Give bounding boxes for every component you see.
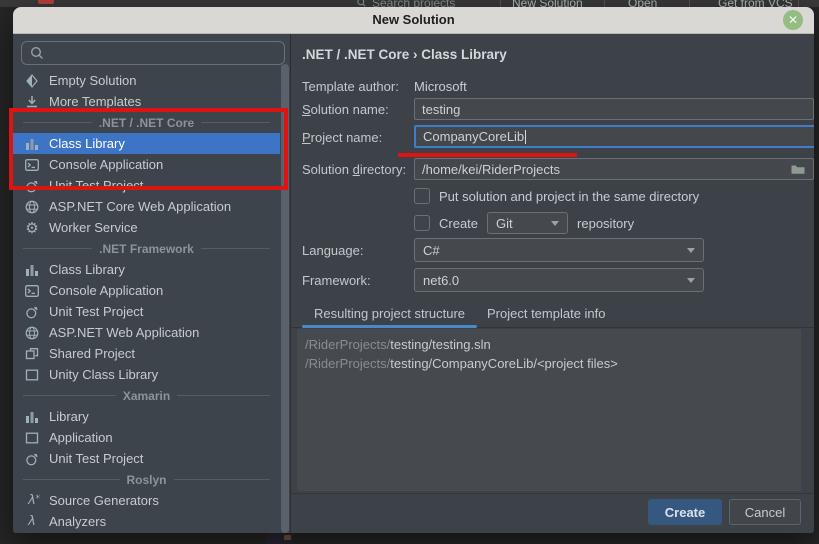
background-window-fragment bbox=[266, 533, 294, 544]
flask-icon bbox=[24, 304, 40, 320]
shared-project-icon bbox=[24, 346, 40, 362]
lambda-sparkle-icon bbox=[24, 493, 40, 509]
sidebar-item-unit-test-project-core[interactable]: Unit Test Project bbox=[13, 175, 280, 196]
same-directory-checkbox[interactable] bbox=[414, 188, 430, 204]
sidebar-item-console-application-framework[interactable]: Console Application bbox=[13, 280, 280, 301]
background-logo-fragment bbox=[38, 0, 54, 4]
result-line: /RiderProjects/testing/testing.sln bbox=[305, 335, 793, 354]
sidebar-item-unity-class-library[interactable]: Unity Class Library bbox=[13, 364, 280, 385]
chevron-down-icon bbox=[687, 248, 695, 253]
tab-project-template-info[interactable]: Project template info bbox=[483, 304, 610, 326]
square-icon bbox=[24, 367, 40, 383]
framework-label: Framework: bbox=[302, 273, 371, 288]
solution-directory-label: Solution directory: bbox=[302, 162, 406, 177]
sidebar-item-aspnet-web-application[interactable]: ASP.NET Web Application bbox=[13, 322, 280, 343]
terminal-icon bbox=[24, 157, 40, 173]
sidebar-item-analyzers[interactable]: Analyzers bbox=[13, 511, 280, 532]
sidebar-item-shared-project[interactable]: Shared Project bbox=[13, 343, 280, 364]
flask-icon bbox=[24, 451, 40, 467]
chevron-down-icon bbox=[687, 278, 695, 283]
template-search-input[interactable] bbox=[21, 41, 285, 65]
breadcrumb: .NET / .NET Core › Class Library bbox=[302, 47, 507, 62]
new-solution-dialog: New Solution ✕ Empty Solution More Templ… bbox=[13, 7, 814, 533]
template-author-label: Template author: bbox=[302, 79, 399, 94]
prism-icon bbox=[24, 73, 40, 89]
globe-icon bbox=[24, 325, 40, 341]
cancel-button[interactable]: Cancel bbox=[729, 499, 801, 525]
sidebar-item-xamarin-unit-test-project[interactable]: Unit Test Project bbox=[13, 448, 280, 469]
text-caret bbox=[525, 130, 526, 144]
dialog-title: New Solution bbox=[13, 12, 814, 27]
bars-icon bbox=[24, 262, 40, 278]
solution-directory-input[interactable]: /home/kei/RiderProjects bbox=[414, 158, 814, 180]
section-header-other: Other bbox=[13, 532, 280, 533]
tab-resulting-project-structure[interactable]: Resulting project structure bbox=[310, 304, 469, 326]
sidebar-item-xamarin-application[interactable]: Application bbox=[13, 427, 280, 448]
gear-icon bbox=[24, 220, 40, 236]
project-name-input[interactable]: CompanyCoreLib bbox=[414, 125, 814, 148]
framework-dropdown[interactable]: net6.0 bbox=[414, 268, 704, 292]
template-list: Empty Solution More Templates .NET / .NE… bbox=[13, 70, 280, 533]
search-icon bbox=[356, 0, 367, 7]
solution-name-label: Solution name: bbox=[302, 102, 389, 117]
search-projects-field[interactable]: Search projects bbox=[372, 0, 455, 7]
new-solution-button[interactable]: New Solution bbox=[512, 0, 583, 7]
create-button[interactable]: Create bbox=[648, 499, 722, 525]
vcs-type-dropdown[interactable]: Git bbox=[487, 212, 568, 234]
lambda-icon bbox=[24, 514, 40, 530]
sidebar-scrollbar[interactable] bbox=[281, 64, 289, 533]
solution-settings-panel: .NET / .NET Core › Class Library Templat… bbox=[291, 34, 814, 533]
open-button[interactable]: Open bbox=[628, 0, 657, 7]
download-icon bbox=[24, 94, 40, 110]
flask-icon bbox=[24, 178, 40, 194]
resulting-structure-preview: /RiderProjects/testing/testing.sln /Ride… bbox=[297, 329, 801, 491]
template-author-value: Microsoft bbox=[414, 79, 467, 94]
same-directory-checkbox-row: Put solution and project in the same dir… bbox=[414, 188, 699, 204]
section-header-xamarin: Xamarin bbox=[13, 385, 280, 406]
sidebar-item-empty-solution[interactable]: Empty Solution bbox=[13, 70, 280, 91]
bars-icon bbox=[24, 136, 40, 152]
sidebar-item-source-generators[interactable]: Source Generators bbox=[13, 490, 280, 511]
footer-divider bbox=[291, 493, 814, 494]
sidebar-item-class-library-framework[interactable]: Class Library bbox=[13, 259, 280, 280]
close-icon[interactable]: ✕ bbox=[783, 10, 803, 30]
preview-tabbar: Resulting project structure Project temp… bbox=[291, 304, 814, 328]
language-dropdown[interactable]: C# bbox=[414, 238, 704, 262]
search-icon bbox=[29, 45, 45, 61]
sidebar-item-worker-service[interactable]: Worker Service bbox=[13, 217, 280, 238]
create-label: Create bbox=[439, 216, 478, 231]
sidebar-item-xamarin-library[interactable]: Library bbox=[13, 406, 280, 427]
sidebar-item-console-application-core[interactable]: Console Application bbox=[13, 154, 280, 175]
create-repository-checkbox[interactable] bbox=[414, 215, 430, 231]
bars-icon bbox=[24, 409, 40, 425]
solution-name-input[interactable]: testing bbox=[414, 98, 814, 120]
template-sidebar: Empty Solution More Templates .NET / .NE… bbox=[13, 34, 291, 533]
folder-icon[interactable] bbox=[790, 161, 806, 177]
result-line: /RiderProjects/testing/CompanyCoreLib/<p… bbox=[305, 354, 793, 373]
background-toolbar: Search projects New Solution Open Get fr… bbox=[0, 0, 819, 7]
square-icon bbox=[24, 430, 40, 446]
section-header-roslyn: Roslyn bbox=[13, 469, 280, 490]
create-repository-row: Create Git repository bbox=[414, 212, 634, 234]
sidebar-item-class-library-core[interactable]: Class Library bbox=[13, 133, 280, 154]
sidebar-item-unit-test-project-framework[interactable]: Unit Test Project bbox=[13, 301, 280, 322]
language-label: Language: bbox=[302, 243, 363, 258]
globe-icon bbox=[24, 199, 40, 215]
project-name-label: Project name: bbox=[302, 130, 382, 145]
dialog-titlebar[interactable]: New Solution ✕ bbox=[13, 7, 814, 34]
same-directory-label: Put solution and project in the same dir… bbox=[439, 189, 699, 204]
sidebar-item-aspnet-core-web-application[interactable]: ASP.NET Core Web Application bbox=[13, 196, 280, 217]
chevron-down-icon bbox=[551, 221, 559, 226]
terminal-icon bbox=[24, 283, 40, 299]
section-header-dotnet-core: .NET / .NET Core bbox=[13, 112, 280, 133]
get-from-vcs-button[interactable]: Get from VCS bbox=[718, 0, 793, 7]
sidebar-item-more-templates[interactable]: More Templates bbox=[13, 91, 280, 112]
repository-label: repository bbox=[577, 216, 634, 231]
section-header-dotnet-framework: .NET Framework bbox=[13, 238, 280, 259]
